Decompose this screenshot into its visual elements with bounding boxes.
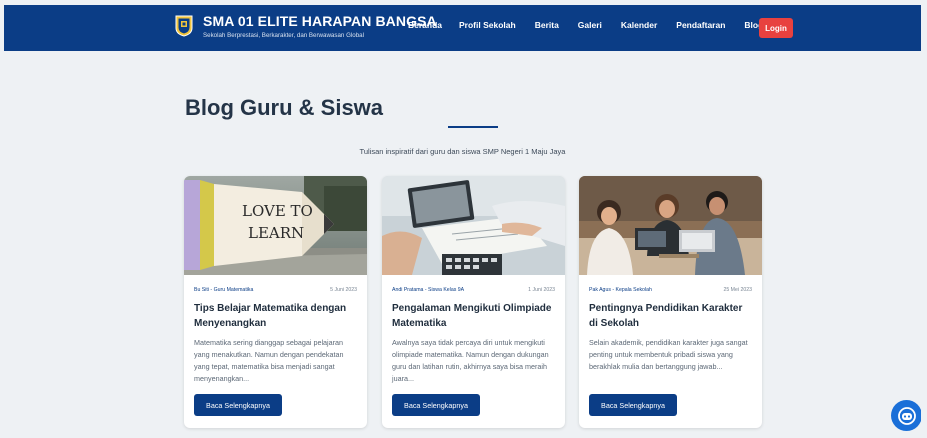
chatbot-icon (897, 406, 916, 425)
chatbot-button[interactable] (891, 400, 921, 431)
page-subtitle: Tulisan inspiratif dari guru dan siswa S… (359, 147, 566, 156)
blog-card: Pak Agus - Kepala Sekolah 25 Mei 2023 Pe… (579, 176, 762, 428)
pencil-text-1: LOVE TO (242, 202, 313, 220)
brand[interactable]: SMA 01 ELITE HARAPAN BANGSA Sekolah Berp… (174, 13, 437, 41)
card-author: Bu Siti - Guru Matematika (194, 287, 254, 293)
nav-profil-sekolah[interactable]: Profil Sekolah (459, 20, 516, 30)
main-nav: Beranda Profil Sekolah Berita Galeri Kal… (408, 20, 782, 30)
card-date: 25 Mei 2023 (723, 287, 752, 293)
card-title[interactable]: Pentingnya Pendidikan Karakter di Sekola… (589, 301, 752, 331)
card-excerpt: Selain akademik, pendidikan karakter jug… (589, 338, 748, 371)
card-image (382, 176, 565, 275)
card-image (579, 176, 762, 275)
page: SMA 01 ELITE HARAPAN BANGSA Sekolah Berp… (4, 5, 921, 433)
school-name: SMA 01 ELITE HARAPAN BANGSA (203, 13, 437, 29)
card-title[interactable]: Tips Belajar Matematika dengan Menyenang… (194, 301, 357, 331)
school-tagline: Sekolah Berprestasi, Berkarakter, dan Be… (203, 32, 364, 39)
card-title[interactable]: Pengalaman Mengikuti Olimpiade Matematik… (392, 301, 555, 331)
read-more-button[interactable]: Baca Selengkapnya (589, 394, 677, 416)
nav-galeri[interactable]: Galeri (578, 20, 602, 30)
card-date: 1 Juni 2023 (528, 287, 555, 293)
login-button[interactable]: Login (759, 18, 793, 38)
card-excerpt: Awalnya saya tidak percaya diri untuk me… (392, 338, 549, 383)
nav-kalender[interactable]: Kalender (621, 20, 657, 30)
blog-card: Andi Pratama - Siswa Kelas 9A 1 Juni 202… (382, 176, 565, 428)
blog-card: LOVE TO LEARN Bu Siti - Guru Matematika … (184, 176, 367, 428)
school-crest-icon (175, 15, 193, 37)
title-underline (448, 126, 498, 128)
read-more-button[interactable]: Baca Selengkapnya (392, 394, 480, 416)
pencil-text-2: LEARN (248, 224, 304, 242)
nav-pendaftaran[interactable]: Pendaftaran (676, 20, 725, 30)
read-more-button[interactable]: Baca Selengkapnya (194, 394, 282, 416)
card-author: Pak Agus - Kepala Sekolah (589, 287, 652, 293)
card-author: Andi Pratama - Siswa Kelas 9A (392, 287, 465, 293)
card-image: LOVE TO LEARN (184, 176, 367, 275)
navbar: SMA 01 ELITE HARAPAN BANGSA Sekolah Berp… (4, 5, 921, 51)
card-date: 5 Juni 2023 (330, 287, 357, 293)
nav-beranda[interactable]: Beranda (408, 20, 442, 30)
nav-berita[interactable]: Berita (535, 20, 559, 30)
card-excerpt: Matematika sering dianggap sebagai pelaj… (194, 338, 344, 383)
page-title: Blog Guru & Siswa (185, 95, 384, 120)
